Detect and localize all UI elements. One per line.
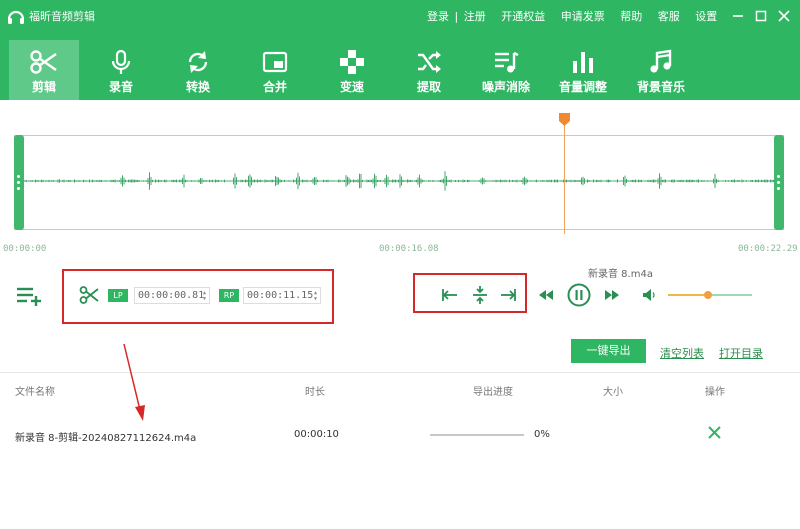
rp-tag: RP [219, 289, 239, 302]
gamepad-icon [340, 50, 364, 74]
app-logo [7, 10, 25, 24]
one-click-export-button[interactable]: 一键导出 [571, 339, 646, 363]
tab-label: 提取 [416, 80, 441, 94]
cut-scissors-icon[interactable] [79, 285, 99, 305]
link-separator: | [454, 10, 459, 23]
tab-speed[interactable]: 变速 [321, 40, 383, 100]
tab-label: 转换 [185, 80, 210, 94]
split-center-icon[interactable] [471, 285, 489, 305]
tab-label: 合并 [262, 80, 287, 94]
table-top-divider [0, 372, 800, 373]
clear-list-button[interactable]: 清空列表 [660, 345, 704, 361]
add-to-list-icon[interactable] [16, 285, 42, 307]
fast-forward-icon[interactable] [604, 289, 620, 301]
timeline-end: 00:00:22.29 [738, 244, 798, 254]
rp-time-input[interactable]: 00:00:11.15 ▲ ▼ [243, 287, 321, 304]
pause-button-icon[interactable] [567, 283, 591, 307]
playhead-line [564, 124, 565, 234]
tab-label: 剪辑 [31, 80, 56, 94]
tab-label: 音量调整 [558, 80, 607, 94]
app-header: 福昕音频剪辑 登录 | 注册 开通权益 申请发票 帮助 客服 设置 剪辑 录音 … [0, 0, 800, 100]
maximize-icon[interactable] [751, 6, 771, 26]
col-duration: 时长 [305, 387, 325, 398]
login-link[interactable]: 登录 [427, 8, 449, 24]
playhead-handle[interactable] [559, 113, 570, 126]
col-filename: 文件名称 [15, 387, 55, 398]
volume-icon[interactable] [642, 288, 656, 302]
close-icon[interactable] [774, 6, 794, 26]
tab-extract[interactable]: 提取 [398, 40, 460, 100]
tab-record[interactable]: 录音 [90, 40, 152, 100]
right-trim-handle[interactable] [774, 135, 784, 230]
playlist-music-icon [495, 51, 519, 73]
rp-time-value: 00:00:11.15 [247, 290, 314, 301]
remove-row-icon[interactable] [707, 425, 722, 440]
lp-time-value: 00:00:00.81 [138, 290, 205, 301]
top-links: 登录 | 注册 开通权益 申请发票 帮助 客服 设置 [427, 8, 717, 24]
music-note-icon [650, 49, 672, 73]
app-title: 福昕音频剪辑 [29, 10, 95, 23]
tool-tabs: 剪辑 录音 转换 合并 变速 提取 噪声消除 音量调整 背景音乐 [0, 40, 800, 100]
lp-time-input[interactable]: 00:00:00.81 ▲ ▼ [134, 287, 210, 304]
timeline-mid: 00:00:16.08 [379, 244, 439, 254]
shuffle-icon [418, 51, 441, 73]
waveform [23, 171, 777, 191]
open-folder-button[interactable]: 打开目录 [719, 345, 763, 361]
timeline-start: 00:00:00 [3, 244, 47, 254]
microphone-icon [111, 49, 131, 74]
waveform-panel[interactable] [14, 135, 784, 230]
col-action: 操作 [705, 387, 725, 398]
invoice-link[interactable]: 申请发票 [561, 8, 605, 24]
rp-spinner-icon[interactable]: ▲ ▼ [314, 290, 317, 302]
lp-tag: LP [108, 289, 128, 302]
tab-bgm[interactable]: 背景音乐 [626, 40, 696, 100]
tab-label: 变速 [339, 80, 364, 94]
support-link[interactable]: 客服 [658, 8, 680, 24]
title-bar: 福昕音频剪辑 登录 | 注册 开通权益 申请发票 帮助 客服 设置 [0, 0, 800, 32]
volume-slider-knob[interactable] [704, 291, 712, 299]
settings-link[interactable]: 设置 [695, 8, 717, 24]
rewind-icon[interactable] [538, 289, 554, 301]
tab-label: 录音 [108, 80, 133, 94]
tab-label: 噪声消除 [481, 80, 530, 94]
scissors-icon [30, 50, 57, 74]
tab-label: 背景音乐 [636, 80, 685, 94]
tab-denoise[interactable]: 噪声消除 [471, 40, 541, 100]
tab-merge[interactable]: 合并 [244, 40, 306, 100]
row-duration: 00:00:10 [294, 429, 339, 440]
row-progress-text: 0% [534, 429, 550, 440]
col-progress: 导出进度 [473, 387, 513, 398]
col-size: 大小 [603, 387, 623, 398]
picture-in-picture-icon [262, 51, 288, 73]
upgrade-link[interactable]: 开通权益 [501, 8, 545, 24]
lp-spinner-icon[interactable]: ▲ ▼ [203, 290, 206, 302]
jump-to-start-icon[interactable] [441, 287, 459, 303]
current-file-name: 新录音 8.m4a [588, 269, 653, 280]
tab-volume[interactable]: 音量调整 [548, 40, 618, 100]
refresh-icon [188, 51, 208, 73]
register-link[interactable]: 注册 [464, 8, 486, 24]
help-link[interactable]: 帮助 [620, 8, 642, 24]
row-progress-bar [430, 434, 524, 436]
tab-cut[interactable]: 剪辑 [9, 40, 79, 100]
minimize-icon[interactable] [728, 6, 748, 26]
bar-chart-icon [573, 52, 593, 73]
left-trim-handle[interactable] [14, 135, 24, 230]
row-filename: 新录音 8-剪辑-20240827112624.m4a [15, 433, 197, 444]
jump-to-end-icon[interactable] [499, 287, 517, 303]
tab-convert[interactable]: 转换 [167, 40, 229, 100]
